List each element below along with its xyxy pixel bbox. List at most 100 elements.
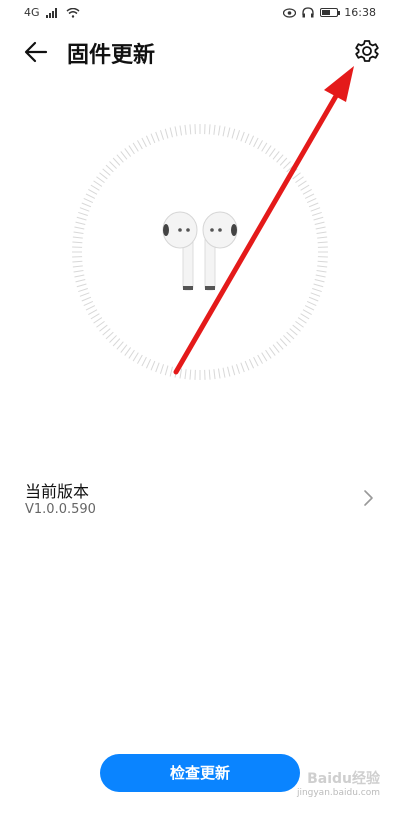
left-earbud — [162, 211, 198, 291]
dial-tick — [244, 133, 250, 144]
app-bar: 固件更新 — [0, 26, 400, 78]
dial-tick — [289, 328, 298, 336]
dial-tick — [279, 338, 288, 347]
dial-tick — [90, 184, 100, 191]
dial-tick — [316, 231, 327, 235]
dial-tick — [292, 324, 301, 332]
dial-tick — [312, 211, 322, 217]
dial-tick — [79, 292, 90, 297]
dial-tick — [174, 126, 178, 137]
dial-tick — [248, 358, 255, 369]
dial-tick — [268, 347, 276, 356]
dial-tick — [164, 128, 169, 139]
dial-tick — [227, 127, 231, 138]
dial-tick — [315, 274, 326, 278]
dial-tick — [99, 324, 108, 332]
dial-tick — [315, 226, 326, 230]
dial-tick — [310, 207, 321, 212]
dial-tick — [231, 128, 236, 139]
dial-tick — [314, 221, 325, 225]
dial-tick — [78, 211, 88, 217]
dial-tick — [72, 241, 83, 244]
dial-tick — [179, 125, 183, 136]
status-left: 4G — [24, 6, 80, 19]
status-bar: 4G 16:38 — [0, 0, 400, 26]
dial-tick — [75, 279, 86, 283]
dial-tick — [74, 226, 85, 230]
earbuds-illustration — [72, 124, 328, 380]
dial-tick — [297, 180, 307, 187]
dial-tick — [313, 216, 324, 221]
dial-tick — [208, 124, 211, 135]
dial-tick — [109, 335, 117, 343]
dial-tick — [227, 366, 231, 377]
dial-tick — [159, 364, 165, 374]
dial-tick — [248, 135, 255, 146]
dial-tick — [316, 269, 327, 273]
dial-tick — [88, 189, 98, 195]
dial-tick — [145, 358, 152, 369]
dial-tick — [150, 360, 156, 371]
network-type: 4G — [24, 6, 40, 19]
check-update-button[interactable]: 检查更新 — [100, 754, 300, 792]
eye-icon — [283, 7, 297, 18]
dial-tick — [169, 127, 173, 138]
dial-tick — [297, 317, 307, 324]
dial-tick — [88, 309, 98, 315]
dial-tick — [304, 305, 315, 311]
chevron-right-icon — [364, 490, 373, 506]
dial-tick — [85, 305, 96, 311]
current-version-row[interactable]: 当前版本 V1.0.0.590 — [0, 470, 400, 530]
dial-tick — [276, 341, 284, 350]
dial-tick — [317, 265, 328, 268]
dial-tick — [289, 168, 298, 176]
dial-tick — [295, 176, 304, 184]
dial-tick — [244, 360, 250, 371]
dial-tick — [306, 300, 317, 307]
dial-tick — [150, 133, 156, 144]
headphones-icon — [302, 7, 314, 18]
dial-tick — [120, 151, 128, 160]
dial-tick — [72, 260, 83, 263]
dial-tick — [222, 367, 226, 378]
dial-tick — [261, 142, 268, 152]
dial-tick — [276, 154, 284, 163]
dial-tick — [76, 283, 87, 288]
dial-tick — [317, 241, 328, 244]
dial-tick — [141, 137, 147, 148]
dial-tick — [90, 313, 100, 320]
dial-tick — [79, 207, 90, 212]
dial-tick — [116, 154, 124, 163]
battery-icon — [320, 8, 341, 17]
dial-tick — [304, 193, 315, 199]
dial-tick — [128, 145, 135, 155]
dial-tick — [132, 352, 139, 362]
dial-tick — [141, 356, 147, 367]
dial-tick — [300, 184, 310, 191]
dial-tick — [109, 161, 117, 169]
status-right: 16:38 — [283, 6, 376, 19]
dial-tick — [105, 164, 114, 173]
dial-tick — [261, 352, 268, 362]
dial-ring — [72, 124, 328, 380]
watermark-logo: Baidu经验 — [307, 771, 380, 787]
dial-tick — [312, 287, 322, 293]
dial-tick — [164, 365, 169, 376]
dial-tick — [155, 362, 160, 373]
dial-tick — [222, 126, 226, 137]
dial-tick — [99, 172, 108, 180]
gear-icon[interactable] — [352, 36, 382, 66]
dial-tick — [240, 131, 245, 142]
dial-tick — [265, 145, 272, 155]
dial-tick — [137, 140, 143, 150]
dial-tick — [306, 197, 317, 204]
dial-tick — [174, 367, 178, 378]
current-version-label: 当前版本 — [25, 482, 90, 501]
dial-tick — [81, 202, 92, 208]
dial-tick — [83, 197, 94, 204]
dial-tick — [231, 365, 236, 376]
arrow-left-icon[interactable] — [20, 36, 52, 68]
dial-tick — [124, 148, 132, 157]
dial-tick — [179, 368, 183, 379]
dial-tick — [257, 354, 263, 364]
